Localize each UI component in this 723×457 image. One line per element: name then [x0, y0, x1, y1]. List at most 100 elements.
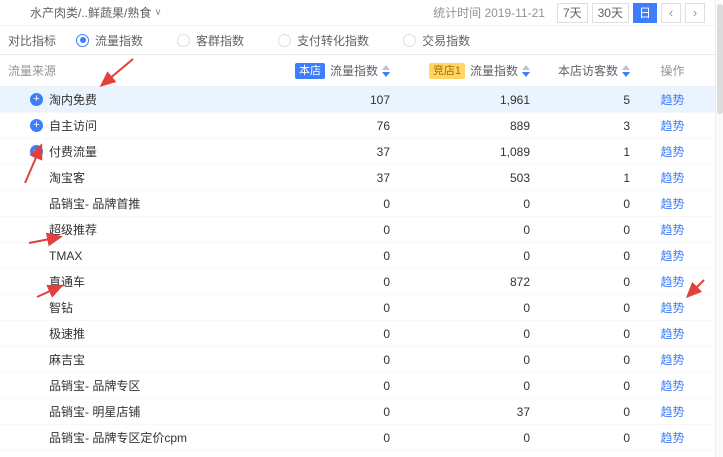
radio-label: 交易指数	[422, 32, 470, 49]
visitors-value: 0	[530, 301, 630, 315]
visitors-value: 5	[530, 93, 630, 107]
radio-label: 客群指数	[196, 32, 244, 49]
table-row: 品销宝- 品牌专区 0 0 0 趋势	[0, 373, 723, 399]
rival-index-value: 0	[390, 327, 530, 341]
trend-link[interactable]: 趋势	[660, 145, 684, 159]
rival-index-value: 0	[390, 249, 530, 263]
column-header-rival-index[interactable]: 竞店1 流量指数	[390, 62, 530, 79]
source-name-cell: 直通车	[0, 273, 300, 290]
own-index-value: 0	[300, 249, 390, 263]
trend-link[interactable]: 趋势	[660, 171, 684, 185]
own-index-value: 0	[300, 223, 390, 237]
radio-conversion-index[interactable]: 支付转化指数	[278, 32, 369, 49]
rival-index-value: 872	[390, 275, 530, 289]
source-name-cell: 智钻	[0, 299, 300, 316]
table-row: TMAX 0 0 0 趋势	[0, 243, 723, 269]
visitors-value: 1	[530, 171, 630, 185]
breadcrumb-text: 水产肉类/..鲜蔬果/熟食	[30, 4, 151, 21]
trend-link[interactable]: 趋势	[660, 119, 684, 133]
source-name: 品销宝- 品牌专区	[49, 377, 140, 394]
time-controls: 统计时间 2019-11-21 7天 30天 日 ‹ ›	[433, 3, 705, 23]
column-header-visitors[interactable]: 本店访客数	[530, 62, 630, 79]
own-index-value: 0	[300, 275, 390, 289]
collapse-icon[interactable]: −	[30, 145, 43, 158]
expand-icon[interactable]: +	[30, 119, 43, 132]
range-button-day[interactable]: 日	[633, 3, 657, 23]
table-header: 流量来源 本店 流量指数 竞店1 流量指数 本店访客数 操作	[0, 55, 723, 87]
column-header-own-index[interactable]: 本店 流量指数	[300, 62, 390, 79]
category-breadcrumb[interactable]: 水产肉类/..鲜蔬果/熟食 ∨	[30, 4, 162, 21]
visitors-value: 0	[530, 223, 630, 237]
trend-link[interactable]: 趋势	[660, 301, 684, 315]
source-name: 品销宝- 品牌专区定价cpm	[49, 429, 187, 446]
own-index-value: 37	[300, 145, 390, 159]
radio-customer-index[interactable]: 客群指数	[177, 32, 244, 49]
rival-store-badge: 竞店1	[429, 63, 465, 79]
radio-dot-icon	[177, 34, 190, 47]
radio-label: 支付转化指数	[297, 32, 369, 49]
visitors-value: 0	[530, 405, 630, 419]
trend-link[interactable]: 趋势	[660, 379, 684, 393]
table-row: − 付费流量 37 1,089 1 趋势	[0, 139, 723, 165]
compare-metric-row: 对比指标 流量指数 客群指数 支付转化指数 交易指数	[0, 26, 723, 55]
rival-index-value: 37	[390, 405, 530, 419]
trend-link[interactable]: 趋势	[660, 93, 684, 107]
source-name: 品销宝- 品牌首推	[49, 195, 140, 212]
trend-link[interactable]: 趋势	[660, 197, 684, 211]
trend-link[interactable]: 趋势	[660, 431, 684, 445]
radio-dot-icon	[403, 34, 416, 47]
rival-index-value: 0	[390, 223, 530, 237]
source-name: 超级推荐	[49, 221, 97, 238]
source-name: 麻吉宝	[49, 351, 85, 368]
sort-icon[interactable]	[522, 65, 530, 77]
visitors-value: 0	[530, 275, 630, 289]
own-index-value: 0	[300, 379, 390, 393]
scrollbar[interactable]	[715, 0, 723, 457]
own-metric-label: 流量指数	[330, 62, 378, 79]
source-name-cell: 品销宝- 品牌专区定价cpm	[0, 429, 300, 446]
source-name: 淘宝客	[49, 169, 85, 186]
scrollbar-thumb[interactable]	[717, 4, 723, 114]
stat-time-label: 统计时间 2019-11-21	[433, 4, 545, 21]
radio-transaction-index[interactable]: 交易指数	[403, 32, 470, 49]
range-button-7d[interactable]: 7天	[557, 3, 588, 23]
source-name-cell: 麻吉宝	[0, 351, 300, 368]
source-name-cell: 超级推荐	[0, 221, 300, 238]
radio-dot-icon	[76, 34, 89, 47]
own-index-value: 37	[300, 171, 390, 185]
source-name-cell: + 淘内免费	[0, 91, 300, 108]
next-day-button[interactable]: ›	[685, 3, 705, 23]
rival-index-value: 0	[390, 301, 530, 315]
trend-link[interactable]: 趋势	[660, 249, 684, 263]
expand-icon[interactable]: +	[30, 93, 43, 106]
own-index-value: 76	[300, 119, 390, 133]
radio-traffic-index[interactable]: 流量指数	[76, 32, 143, 49]
table-row: 直通车 0 872 0 趋势	[0, 269, 723, 295]
trend-link[interactable]: 趋势	[660, 405, 684, 419]
table-row: 超级推荐 0 0 0 趋势	[0, 217, 723, 243]
prev-day-button[interactable]: ‹	[661, 3, 681, 23]
source-name: 自主访问	[49, 117, 97, 134]
source-name-cell: TMAX	[0, 249, 300, 263]
chevron-down-icon: ∨	[154, 7, 161, 18]
table-row: 品销宝- 明星店铺 0 37 0 趋势	[0, 399, 723, 425]
table-row: 智钻 0 0 0 趋势	[0, 295, 723, 321]
rival-index-value: 503	[390, 171, 530, 185]
rival-index-value: 0	[390, 197, 530, 211]
source-name: 智钻	[49, 299, 73, 316]
source-name: 品销宝- 明星店铺	[49, 403, 140, 420]
visitors-value: 0	[530, 197, 630, 211]
source-name-cell: − 付费流量	[0, 143, 300, 160]
trend-link[interactable]: 趋势	[660, 353, 684, 367]
sort-icon[interactable]	[622, 65, 630, 77]
own-index-value: 0	[300, 353, 390, 367]
rival-index-value: 889	[390, 119, 530, 133]
range-button-30d[interactable]: 30天	[592, 3, 629, 23]
trend-link[interactable]: 趋势	[660, 223, 684, 237]
column-header-action: 操作	[630, 62, 715, 79]
trend-link[interactable]: 趋势	[660, 275, 684, 289]
source-name: 付费流量	[49, 143, 97, 160]
sort-icon[interactable]	[382, 65, 390, 77]
trend-link[interactable]: 趋势	[660, 327, 684, 341]
table-row: + 自主访问 76 889 3 趋势	[0, 113, 723, 139]
